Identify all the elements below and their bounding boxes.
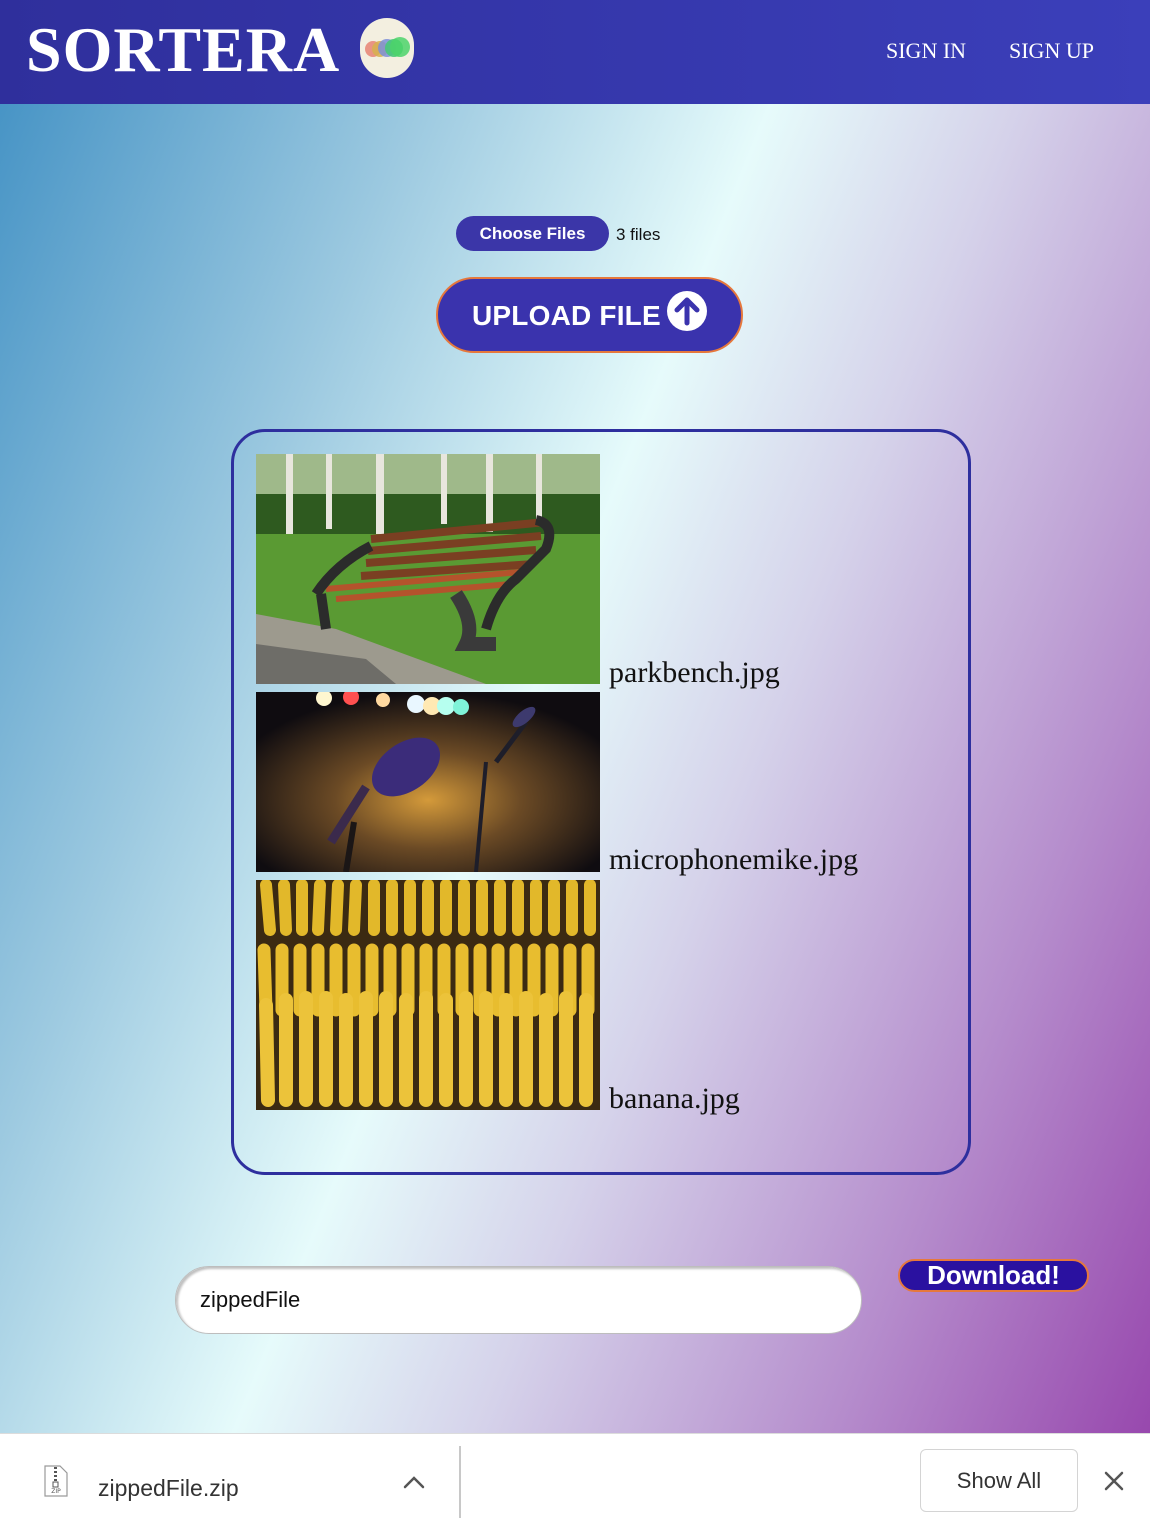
app-logo[interactable]: SORTERA — [26, 12, 340, 88]
sign-up-link[interactable]: SIGN UP — [1009, 38, 1094, 64]
banana-thumbnail — [256, 880, 600, 1110]
download-button[interactable]: Download! — [898, 1259, 1089, 1292]
downloaded-file-name[interactable]: zippedFile.zip — [98, 1474, 239, 1502]
app-header: SORTERA SIGN IN SIGN UP — [0, 0, 1150, 104]
close-icon[interactable] — [1103, 1470, 1125, 1492]
show-all-button[interactable]: Show All — [920, 1449, 1078, 1512]
file-name: banana.jpg — [609, 1082, 740, 1115]
chevron-up-icon[interactable] — [403, 1475, 425, 1489]
microphone-thumbnail — [256, 692, 600, 872]
parkbench-thumbnail — [256, 454, 600, 684]
choose-files-button[interactable]: Choose Files — [456, 216, 609, 251]
zip-file-icon: ZIP — [44, 1465, 68, 1497]
upload-file-button[interactable]: UPLOAD FILE — [436, 277, 743, 353]
file-name: microphonemike.jpg — [609, 843, 859, 876]
download-shelf: ZIP zippedFile.zip Show All — [0, 1433, 1150, 1528]
shelf-divider — [459, 1446, 461, 1518]
upload-file-label: UPLOAD FILE — [472, 300, 661, 331]
zip-filename-input[interactable] — [175, 1266, 862, 1334]
arrow-up-circle-icon — [667, 291, 707, 331]
zip-icon-label: ZIP — [51, 1488, 61, 1495]
file-name: parkbench.jpg — [609, 656, 780, 689]
file-count-label: 3 files — [616, 225, 661, 244]
logo-dots-icon — [360, 18, 414, 78]
sign-in-link[interactable]: SIGN IN — [886, 38, 966, 64]
